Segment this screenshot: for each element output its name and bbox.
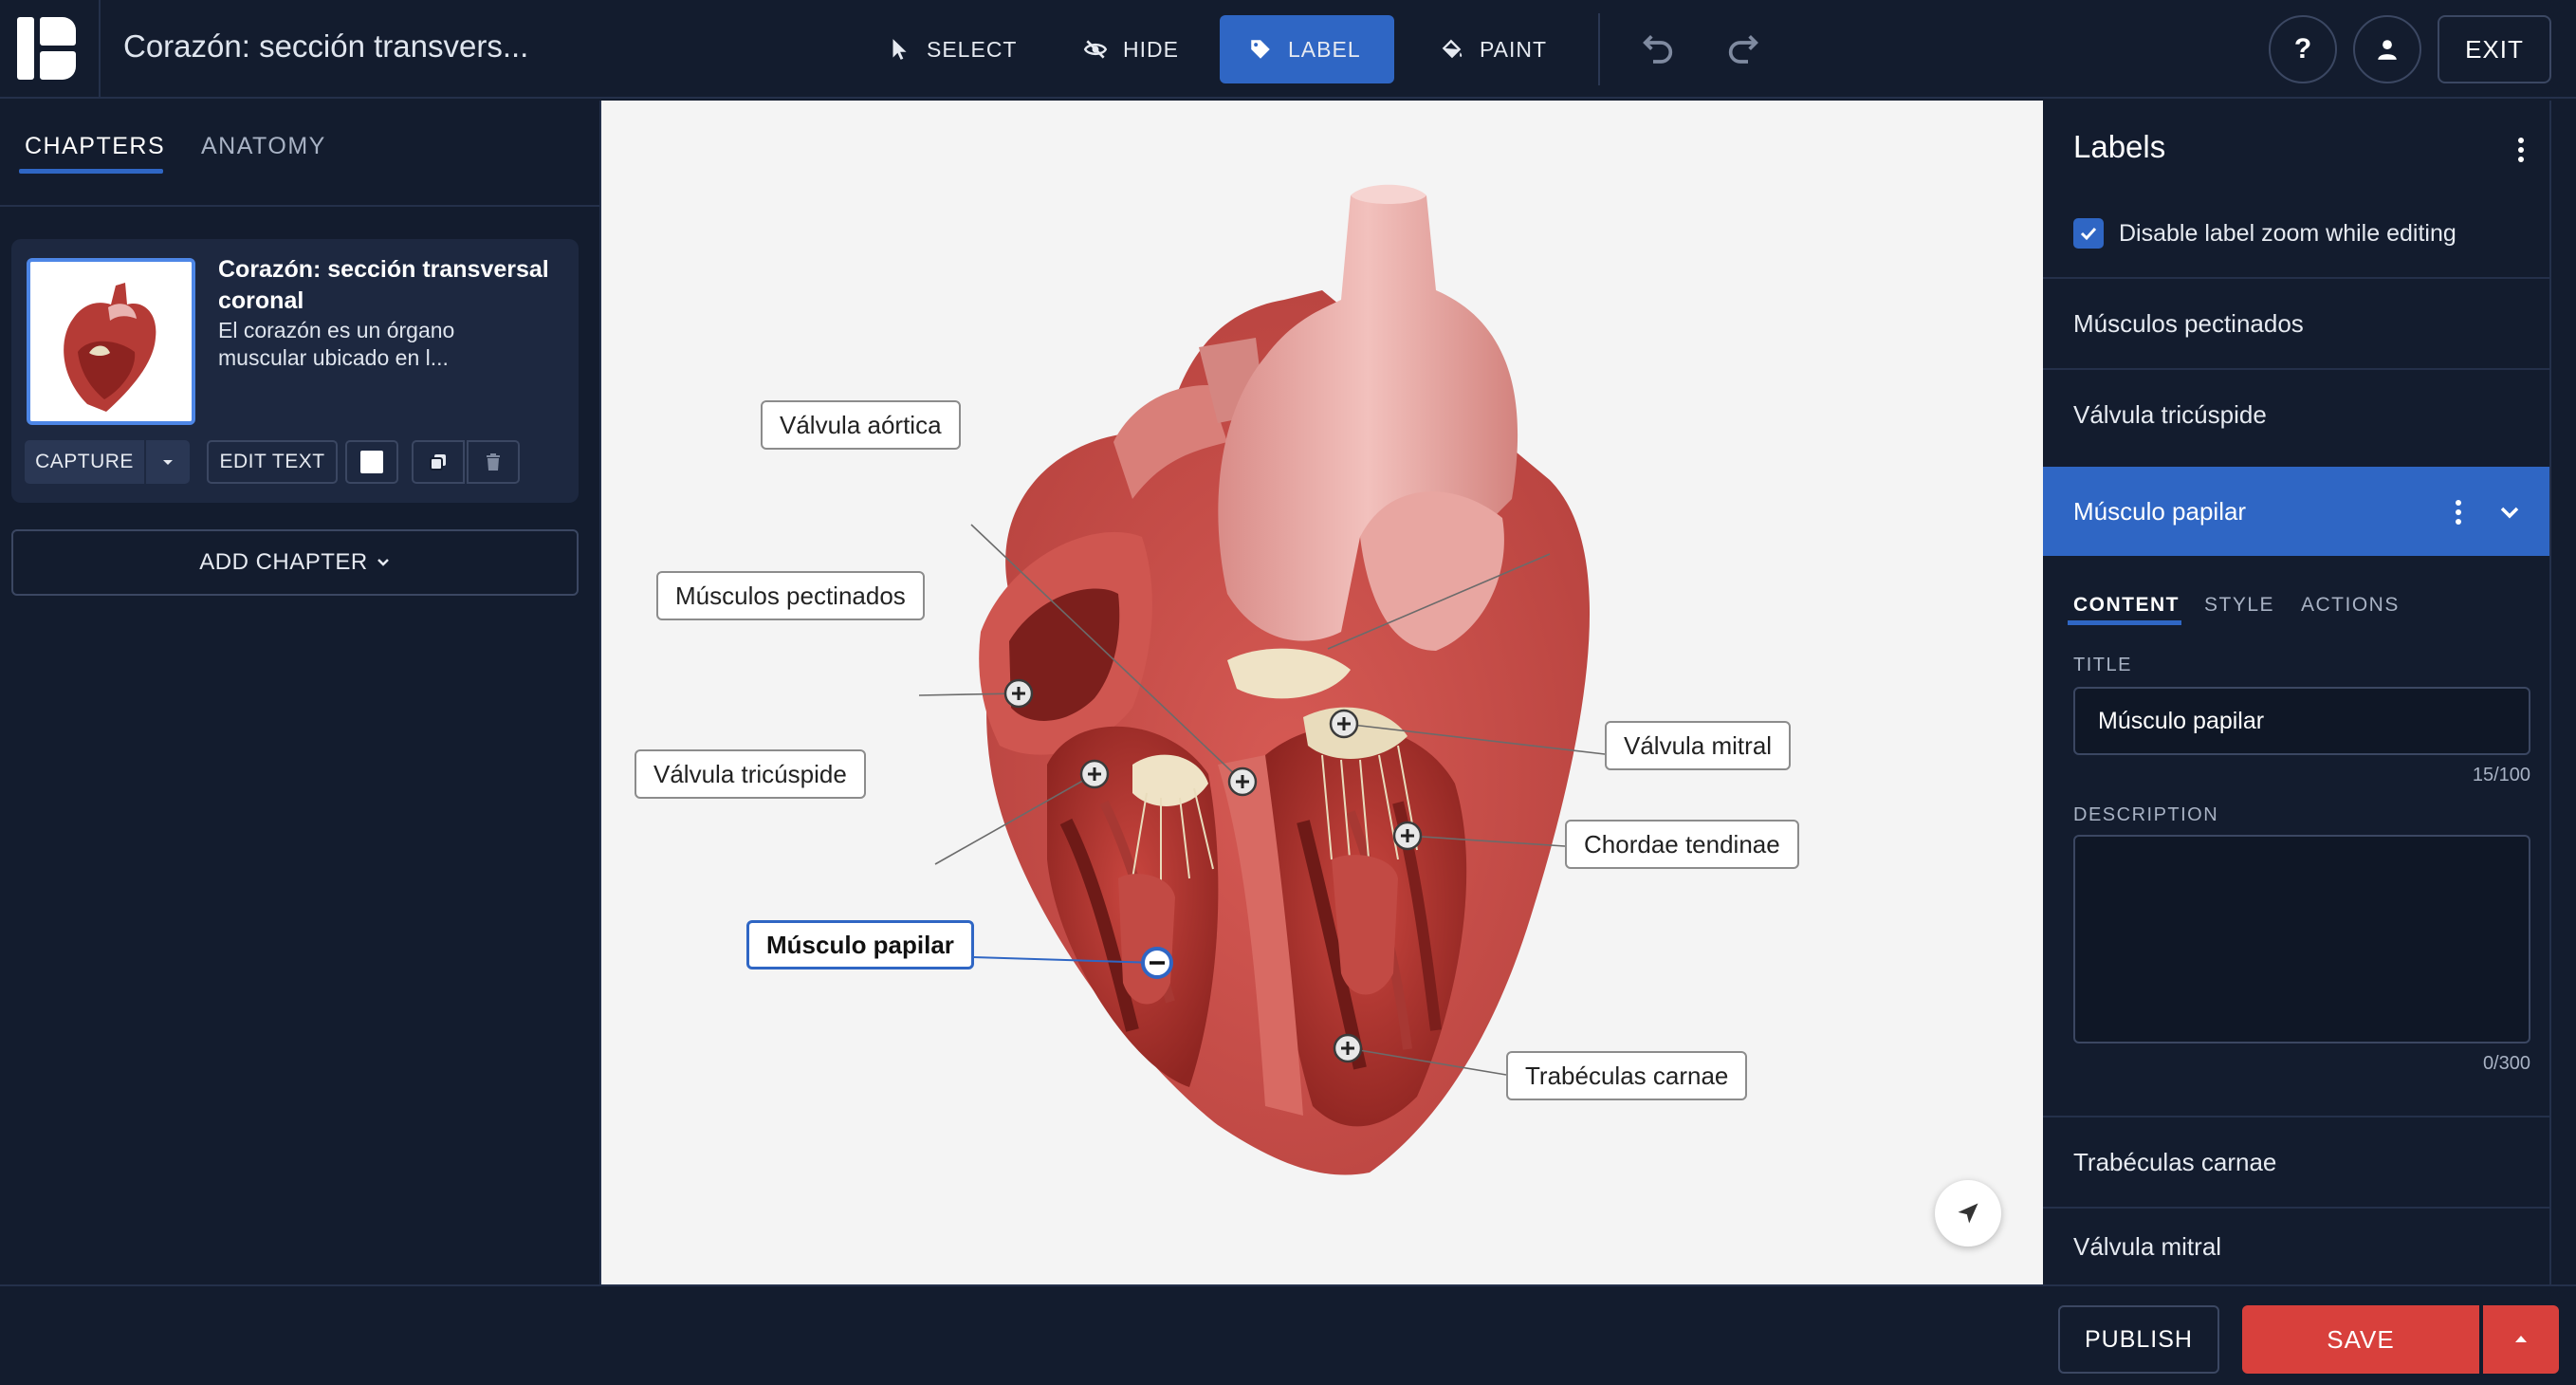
viewport-label-valvula-aortica[interactable]: Válvula aórtica (761, 400, 961, 450)
label-list-item[interactable]: Válvula tricúspide (2043, 370, 2549, 459)
tab-anatomy[interactable]: ANATOMY (201, 133, 326, 160)
delete-button[interactable] (467, 440, 520, 484)
paint-tool-label: PAINT (1480, 36, 1548, 62)
label-list-item[interactable]: Músculos pectinados (2043, 279, 2549, 368)
navigation-arrow-icon (1958, 1203, 1978, 1224)
chapter-title: Corazón: sección transversal coronal (218, 256, 549, 314)
title-input[interactable]: Músculo papilar (2073, 687, 2530, 755)
label-list-item[interactable]: Trabéculas carnae (2043, 1117, 2549, 1207)
caret-up-icon (2515, 1336, 2527, 1342)
labels-panel: Labels Disable label zoom while editing … (2043, 101, 2549, 1284)
selected-label-title: Músculo papilar (2073, 496, 2247, 526)
app-logo[interactable] (17, 17, 76, 80)
help-button[interactable]: ? (2269, 15, 2337, 83)
chapter-color-button[interactable] (345, 440, 398, 484)
viewport-label-musculo-papilar[interactable]: Músculo papilar (746, 920, 974, 970)
tab-style[interactable]: STYLE (2204, 594, 2274, 617)
viewport-label-valvula-mitral[interactable]: Válvula mitral (1605, 721, 1792, 770)
divider (1598, 13, 1600, 85)
trash-icon (487, 453, 500, 471)
title-field-label: TITLE (2073, 655, 2132, 675)
heart-model[interactable] (601, 101, 2043, 1284)
chapter-card[interactable]: Corazón: sección transversal coronal El … (11, 239, 579, 503)
description-field-label: DESCRIPTION (2073, 804, 2219, 825)
divider (99, 0, 101, 99)
redo-icon[interactable] (1724, 28, 1762, 66)
divider (0, 205, 599, 207)
paint-bucket-icon (1442, 39, 1463, 59)
hide-tool-button[interactable]: HIDE (1055, 15, 1207, 83)
save-options-button[interactable] (2483, 1305, 2559, 1374)
add-chapter-button[interactable]: ADD CHAPTER (11, 529, 579, 596)
label-list-item-selected[interactable]: Músculo papilar (2043, 467, 2549, 556)
top-bar: Corazón: sección transvers... SELECT HID… (0, 0, 2576, 99)
description-char-counter: 0/300 (2482, 1053, 2530, 1074)
active-tab-indicator (2068, 620, 2181, 625)
tag-icon (1251, 40, 1270, 59)
user-icon (2378, 40, 2397, 60)
add-chapter-label: ADD CHAPTER (199, 549, 368, 575)
label-list-item[interactable]: Válvula mitral (2043, 1209, 2549, 1284)
bottom-bar: PUBLISH SAVE (0, 1284, 2576, 1385)
chevron-down-icon (377, 559, 389, 566)
document-title: Corazón: sección transvers... (123, 28, 529, 64)
disable-zoom-checkbox[interactable] (2073, 218, 2104, 249)
chapters-panel: CHAPTERS ANATOMY Corazón: sección transv… (0, 101, 601, 1284)
label-tool-button[interactable]: LABEL (1220, 15, 1394, 83)
chapter-description: El corazón es un órgano muscular ubicado… (218, 318, 455, 370)
viewport-label-trabeculas-carnae[interactable]: Trabéculas carnae (1506, 1051, 1748, 1100)
viewport-label-valvula-tricuspide[interactable]: Válvula tricúspide (635, 749, 866, 799)
capture-dropdown-button[interactable] (146, 440, 190, 484)
caret-down-icon (163, 460, 173, 465)
eye-off-icon (1083, 40, 1108, 59)
more-vertical-icon[interactable] (2453, 497, 2464, 527)
tab-content[interactable]: CONTENT (2073, 594, 2180, 617)
3d-viewport[interactable]: Válvula aórtica Músculos pectinados Válv… (601, 101, 2043, 1284)
chevron-down-icon[interactable] (2496, 499, 2523, 526)
heart-thumbnail-image (30, 262, 192, 421)
more-vertical-icon[interactable] (2512, 135, 2530, 165)
save-button[interactable]: SAVE (2242, 1305, 2479, 1374)
tab-chapters[interactable]: CHAPTERS (25, 133, 165, 160)
help-icon: ? (2293, 33, 2312, 65)
active-tab-indicator (19, 169, 163, 174)
paint-tool-button[interactable]: PAINT (1411, 15, 1575, 83)
capture-button[interactable]: CAPTURE (25, 440, 144, 484)
cursor-icon (892, 39, 907, 60)
panel-scrollbar[interactable] (2549, 101, 2576, 1284)
viewport-label-chordae-tendinae[interactable]: Chordae tendinae (1565, 820, 1799, 869)
color-swatch (360, 451, 383, 473)
viewport-label-musculos-pectinados[interactable]: Músculos pectinados (656, 571, 925, 620)
panel-title: Labels (2073, 129, 2166, 164)
reset-view-button[interactable] (1935, 1180, 2001, 1246)
check-icon (2080, 227, 2097, 241)
disable-zoom-label: Disable label zoom while editing (2119, 220, 2456, 247)
hide-tool-label: HIDE (1123, 36, 1179, 62)
description-textarea[interactable] (2073, 835, 2530, 1043)
exit-button[interactable]: EXIT (2438, 15, 2551, 83)
duplicate-button[interactable] (412, 440, 465, 484)
copy-icon (430, 454, 446, 471)
account-button[interactable] (2353, 15, 2421, 83)
label-tool-label: LABEL (1288, 36, 1361, 62)
select-tool-button[interactable]: SELECT (858, 15, 1045, 83)
title-char-counter: 15/100 (2472, 765, 2530, 785)
undo-icon[interactable] (1639, 28, 1677, 66)
select-tool-label: SELECT (927, 36, 1018, 62)
tab-actions[interactable]: ACTIONS (2301, 594, 2400, 617)
chapter-thumbnail[interactable] (27, 258, 195, 425)
publish-button[interactable]: PUBLISH (2058, 1305, 2219, 1374)
edit-text-button[interactable]: EDIT TEXT (207, 440, 338, 484)
